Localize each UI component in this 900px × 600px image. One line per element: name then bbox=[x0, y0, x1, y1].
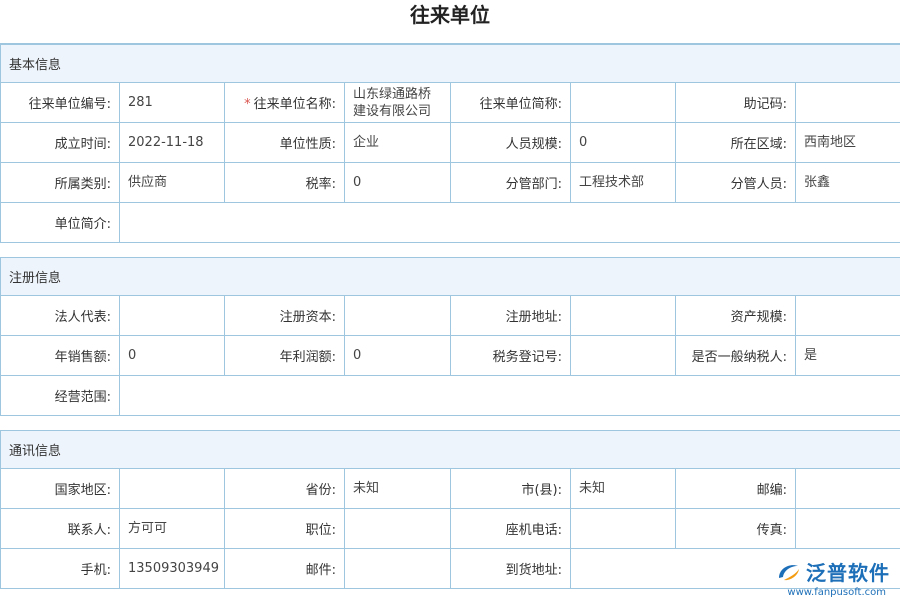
contact-label: 联系人: bbox=[1, 509, 120, 549]
intro-field[interactable] bbox=[120, 203, 900, 243]
form-row: 单位简介: bbox=[1, 203, 900, 243]
nature-field[interactable]: 企业 bbox=[345, 123, 451, 163]
required-mark: * bbox=[244, 97, 251, 112]
category-label: 所属类别: bbox=[1, 163, 120, 203]
fax-label: 传真: bbox=[676, 509, 796, 549]
manager-label: 分管人员: bbox=[676, 163, 796, 203]
capital-field[interactable] bbox=[345, 296, 451, 336]
form-row: 成立时间: 2022-11-18 单位性质: 企业 人员规模: 0 所在区域: … bbox=[1, 123, 900, 163]
zip-label: 邮编: bbox=[676, 469, 796, 509]
section-title-basic: 基本信息 bbox=[1, 45, 900, 83]
category-field[interactable]: 供应商 bbox=[120, 163, 225, 203]
mobile-field[interactable]: 13509303949 bbox=[120, 549, 225, 589]
gap-cell bbox=[1, 416, 900, 431]
section-basic-info: 基本信息 bbox=[1, 45, 900, 83]
form-row: 联系人: 方可可 职位: 座机电话: 传真: bbox=[1, 509, 900, 549]
company-form: 基本信息 往来单位编号: 281 *往来单位名称: 山东绿通路桥建设有限公司 往… bbox=[0, 44, 900, 589]
founded-field[interactable]: 2022-11-18 bbox=[120, 123, 225, 163]
reg-address-field[interactable] bbox=[571, 296, 676, 336]
position-field[interactable] bbox=[345, 509, 451, 549]
gap-cell bbox=[1, 243, 900, 258]
page-title: 往来单位 bbox=[0, 0, 900, 44]
profit-field[interactable]: 0 bbox=[345, 336, 451, 376]
region-label: 所在区域: bbox=[676, 123, 796, 163]
tax-no-label: 税务登记号: bbox=[451, 336, 571, 376]
scope-label: 经营范围: bbox=[1, 376, 120, 416]
sales-label: 年销售额: bbox=[1, 336, 120, 376]
general-taxpayer-field[interactable]: 是 bbox=[796, 336, 900, 376]
brand-url: www.fanpusoft.com bbox=[787, 587, 886, 598]
dept-field[interactable]: 工程技术部 bbox=[571, 163, 676, 203]
founded-label: 成立时间: bbox=[1, 123, 120, 163]
name-label-text: 往来单位名称: bbox=[254, 97, 336, 112]
assets-field[interactable] bbox=[796, 296, 900, 336]
manager-field[interactable]: 张鑫 bbox=[796, 163, 900, 203]
intro-label: 单位简介: bbox=[1, 203, 120, 243]
form-row: 法人代表: 注册资本: 注册地址: 资产规模: bbox=[1, 296, 900, 336]
mnemonic-label: 助记码: bbox=[676, 83, 796, 123]
delivery-address-label: 到货地址: bbox=[451, 549, 571, 589]
fax-field[interactable] bbox=[796, 509, 900, 549]
code-label: 往来单位编号: bbox=[1, 83, 120, 123]
tax-rate-label: 税率: bbox=[225, 163, 345, 203]
scope-field[interactable] bbox=[120, 376, 900, 416]
reg-address-label: 注册地址: bbox=[451, 296, 571, 336]
nature-label: 单位性质: bbox=[225, 123, 345, 163]
phone-label: 座机电话: bbox=[451, 509, 571, 549]
staff-label: 人员规模: bbox=[451, 123, 571, 163]
legal-rep-label: 法人代表: bbox=[1, 296, 120, 336]
capital-label: 注册资本: bbox=[225, 296, 345, 336]
email-label: 邮件: bbox=[225, 549, 345, 589]
name-label: *往来单位名称: bbox=[225, 83, 345, 123]
contact-field[interactable]: 方可可 bbox=[120, 509, 225, 549]
email-field[interactable] bbox=[345, 549, 451, 589]
tax-rate-field[interactable]: 0 bbox=[345, 163, 451, 203]
legal-rep-field[interactable] bbox=[120, 296, 225, 336]
form-row: 经营范围: bbox=[1, 376, 900, 416]
dept-label: 分管部门: bbox=[451, 163, 571, 203]
form-row: 手机: 13509303949 邮件: 到货地址: bbox=[1, 549, 900, 589]
position-label: 职位: bbox=[225, 509, 345, 549]
brand-logo: 泛普软件 bbox=[776, 557, 890, 586]
code-field[interactable]: 281 bbox=[120, 83, 225, 123]
province-field[interactable]: 未知 bbox=[345, 469, 451, 509]
form-row: 往来单位编号: 281 *往来单位名称: 山东绿通路桥建设有限公司 往来单位简称… bbox=[1, 83, 900, 123]
zip-field[interactable] bbox=[796, 469, 900, 509]
short-name-label: 往来单位简称: bbox=[451, 83, 571, 123]
brand-name: 泛普软件 bbox=[806, 557, 890, 586]
assets-label: 资产规模: bbox=[676, 296, 796, 336]
form-row: 所属类别: 供应商 税率: 0 分管部门: 工程技术部 分管人员: 张鑫 bbox=[1, 163, 900, 203]
sales-field[interactable]: 0 bbox=[120, 336, 225, 376]
country-label: 国家地区: bbox=[1, 469, 120, 509]
section-title-contact: 通讯信息 bbox=[1, 431, 900, 469]
mobile-label: 手机: bbox=[1, 549, 120, 589]
section-title-registration: 注册信息 bbox=[1, 258, 900, 296]
section-contact-info: 通讯信息 bbox=[1, 431, 900, 469]
general-taxpayer-label: 是否一般纳税人: bbox=[676, 336, 796, 376]
form-row: 国家地区: 省份: 未知 市(县): 未知 邮编: bbox=[1, 469, 900, 509]
mnemonic-field[interactable] bbox=[796, 83, 900, 123]
phone-field[interactable] bbox=[571, 509, 676, 549]
name-field[interactable]: 山东绿通路桥建设有限公司 bbox=[345, 83, 451, 123]
section-gap bbox=[1, 416, 900, 431]
brand-swirl-icon bbox=[776, 560, 802, 584]
tax-no-field[interactable] bbox=[571, 336, 676, 376]
short-name-field[interactable] bbox=[571, 83, 676, 123]
region-field[interactable]: 西南地区 bbox=[796, 123, 900, 163]
profit-label: 年利润额: bbox=[225, 336, 345, 376]
staff-field[interactable]: 0 bbox=[571, 123, 676, 163]
province-label: 省份: bbox=[225, 469, 345, 509]
city-field[interactable]: 未知 bbox=[571, 469, 676, 509]
form-row: 年销售额: 0 年利润额: 0 税务登记号: 是否一般纳税人: 是 bbox=[1, 336, 900, 376]
section-registration-info: 注册信息 bbox=[1, 258, 900, 296]
country-field[interactable] bbox=[120, 469, 225, 509]
city-label: 市(县): bbox=[451, 469, 571, 509]
section-gap bbox=[1, 243, 900, 258]
